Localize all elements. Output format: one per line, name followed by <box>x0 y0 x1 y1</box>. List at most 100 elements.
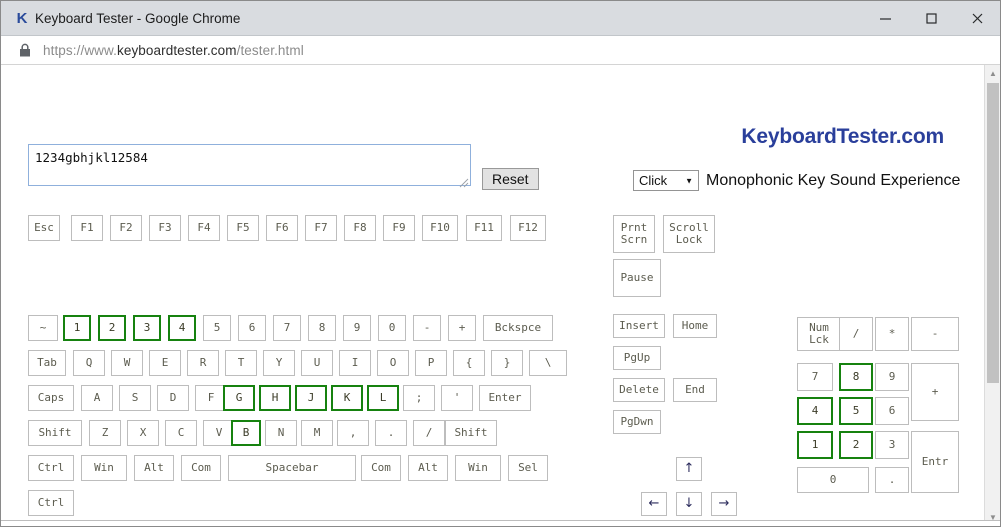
key-ctrl-row-3[interactable]: Com <box>181 455 221 481</box>
key-nav-cluster-7[interactable]: End <box>673 378 717 402</box>
key-shift-row-3[interactable]: C <box>165 420 197 446</box>
key-home-row-12[interactable]: Enter <box>479 385 531 411</box>
key-number-row-1[interactable]: 1 <box>63 315 91 341</box>
key-function-row-3[interactable]: F3 <box>149 215 181 241</box>
page-scrollbar[interactable]: ▲ ▼ <box>984 65 1000 526</box>
key-home-row-1[interactable]: A <box>81 385 113 411</box>
key-number-row-7[interactable]: 7 <box>273 315 301 341</box>
scrollbar-thumb[interactable] <box>987 83 999 383</box>
key-numpad-0[interactable]: Num Lck <box>797 317 841 351</box>
key-function-row-9[interactable]: F9 <box>383 215 415 241</box>
reset-button[interactable]: Reset <box>482 168 539 190</box>
key-nav-cluster-8[interactable]: PgDwn <box>613 410 661 434</box>
key-tab-row-12[interactable]: } <box>491 350 523 376</box>
key-numpad-9[interactable]: 5 <box>839 397 873 425</box>
key-number-row-10[interactable]: 0 <box>378 315 406 341</box>
address-bar[interactable]: https://www.keyboardtester.com/tester.ht… <box>1 36 1000 65</box>
key-ctrl-row-4[interactable]: Spacebar <box>228 455 356 481</box>
key-test-textarea[interactable] <box>28 144 471 186</box>
key-number-row-5[interactable]: 5 <box>203 315 231 341</box>
key-tab-row-10[interactable]: P <box>415 350 447 376</box>
key-ctrl-row-0[interactable]: Ctrl <box>28 455 74 481</box>
key-ctrl-row-5[interactable]: Com <box>361 455 401 481</box>
key-home-row-2[interactable]: S <box>119 385 151 411</box>
key-number-row-0[interactable]: ~ <box>28 315 58 341</box>
key-tab-row-4[interactable]: R <box>187 350 219 376</box>
key-tab-row-3[interactable]: E <box>149 350 181 376</box>
key-tab-row-6[interactable]: Y <box>263 350 295 376</box>
key-shift-row-6[interactable]: N <box>265 420 297 446</box>
key-numpad-11[interactable]: 1 <box>797 431 833 459</box>
key-home-row-5[interactable]: G <box>223 385 255 411</box>
key-tab-row-8[interactable]: I <box>339 350 371 376</box>
key-ctrl-row-1[interactable]: Win <box>81 455 127 481</box>
key-home-row-3[interactable]: D <box>157 385 189 411</box>
key-function-row-10[interactable]: F10 <box>422 215 458 241</box>
key-tab-row-5[interactable]: T <box>225 350 257 376</box>
key-ctrl-row-2[interactable]: Alt <box>134 455 174 481</box>
key-numpad-15[interactable]: 0 <box>797 467 869 493</box>
key-tab-row-1[interactable]: Q <box>73 350 105 376</box>
key-tab-row-13[interactable]: \ <box>529 350 567 376</box>
key-numpad-3[interactable]: - <box>911 317 959 351</box>
key-nav-cluster-4[interactable]: Home <box>673 314 717 338</box>
sound-select[interactable]: Click ▼ <box>633 170 699 191</box>
key-function-row-11[interactable]: F11 <box>466 215 502 241</box>
key-function-row-6[interactable]: F6 <box>266 215 298 241</box>
key-arrow-cluster-3[interactable]: → <box>711 492 737 516</box>
key-home-row-11[interactable]: ' <box>441 385 473 411</box>
close-button[interactable] <box>954 1 1000 36</box>
key-numpad-14[interactable]: Entr <box>911 431 959 493</box>
key-numpad-5[interactable]: 8 <box>839 363 873 391</box>
key-number-row-9[interactable]: 9 <box>343 315 371 341</box>
key-number-row-12[interactable]: + <box>448 315 476 341</box>
key-number-row-13[interactable]: Bckspce <box>483 315 553 341</box>
key-shift-row-0[interactable]: Shift <box>28 420 82 446</box>
key-number-row-3[interactable]: 3 <box>133 315 161 341</box>
key-nav-cluster-1[interactable]: Scroll Lock <box>663 215 715 253</box>
key-function-row-7[interactable]: F7 <box>305 215 337 241</box>
key-arrow-cluster-0[interactable]: ↑ <box>676 457 702 481</box>
key-function-row-5[interactable]: F5 <box>227 215 259 241</box>
key-number-row-8[interactable]: 8 <box>308 315 336 341</box>
key-home-row-0[interactable]: Caps <box>28 385 74 411</box>
key-shift-row-8[interactable]: , <box>337 420 369 446</box>
maximize-button[interactable] <box>908 1 954 36</box>
key-shift-row-5[interactable]: B <box>231 420 261 446</box>
key-numpad-8[interactable]: 4 <box>797 397 833 425</box>
key-tab-row-7[interactable]: U <box>301 350 333 376</box>
key-function-row-2[interactable]: F2 <box>110 215 142 241</box>
key-function-row-1[interactable]: F1 <box>71 215 103 241</box>
key-numpad-7[interactable]: + <box>911 363 959 421</box>
key-shift-row-2[interactable]: X <box>127 420 159 446</box>
key-numpad-10[interactable]: 6 <box>875 397 909 425</box>
key-number-row-11[interactable]: - <box>413 315 441 341</box>
key-function-row-0[interactable]: Esc <box>28 215 60 241</box>
key-ctrl-row-6[interactable]: Alt <box>408 455 448 481</box>
key-home-row-9[interactable]: L <box>367 385 399 411</box>
key-tab-row-2[interactable]: W <box>111 350 143 376</box>
key-tab-row-9[interactable]: O <box>377 350 409 376</box>
key-arrow-cluster-1[interactable]: ← <box>641 492 667 516</box>
key-shift-row-7[interactable]: M <box>301 420 333 446</box>
key-numpad-1[interactable]: / <box>839 317 873 351</box>
key-numpad-16[interactable]: . <box>875 467 909 493</box>
key-home-row-7[interactable]: J <box>295 385 327 411</box>
key-home-row-8[interactable]: K <box>331 385 363 411</box>
key-nav-cluster-6[interactable]: Delete <box>613 378 665 402</box>
key-numpad-2[interactable]: * <box>875 317 909 351</box>
key-numpad-6[interactable]: 9 <box>875 363 909 391</box>
key-home-row-10[interactable]: ; <box>403 385 435 411</box>
key-numpad-12[interactable]: 2 <box>839 431 873 459</box>
key-numpad-13[interactable]: 3 <box>875 431 909 459</box>
key-function-row-4[interactable]: F4 <box>188 215 220 241</box>
minimize-button[interactable] <box>862 1 908 36</box>
key-tab-row-0[interactable]: Tab <box>28 350 66 376</box>
key-ctrl-row2-0[interactable]: Ctrl <box>28 490 74 516</box>
key-numpad-4[interactable]: 7 <box>797 363 833 391</box>
key-arrow-cluster-2[interactable]: ↓ <box>676 492 702 516</box>
key-nav-cluster-0[interactable]: Prnt Scrn <box>613 215 655 253</box>
key-shift-row-9[interactable]: . <box>375 420 407 446</box>
key-shift-row-11[interactable]: Shift <box>445 420 497 446</box>
scroll-up-icon[interactable]: ▲ <box>985 65 1000 82</box>
